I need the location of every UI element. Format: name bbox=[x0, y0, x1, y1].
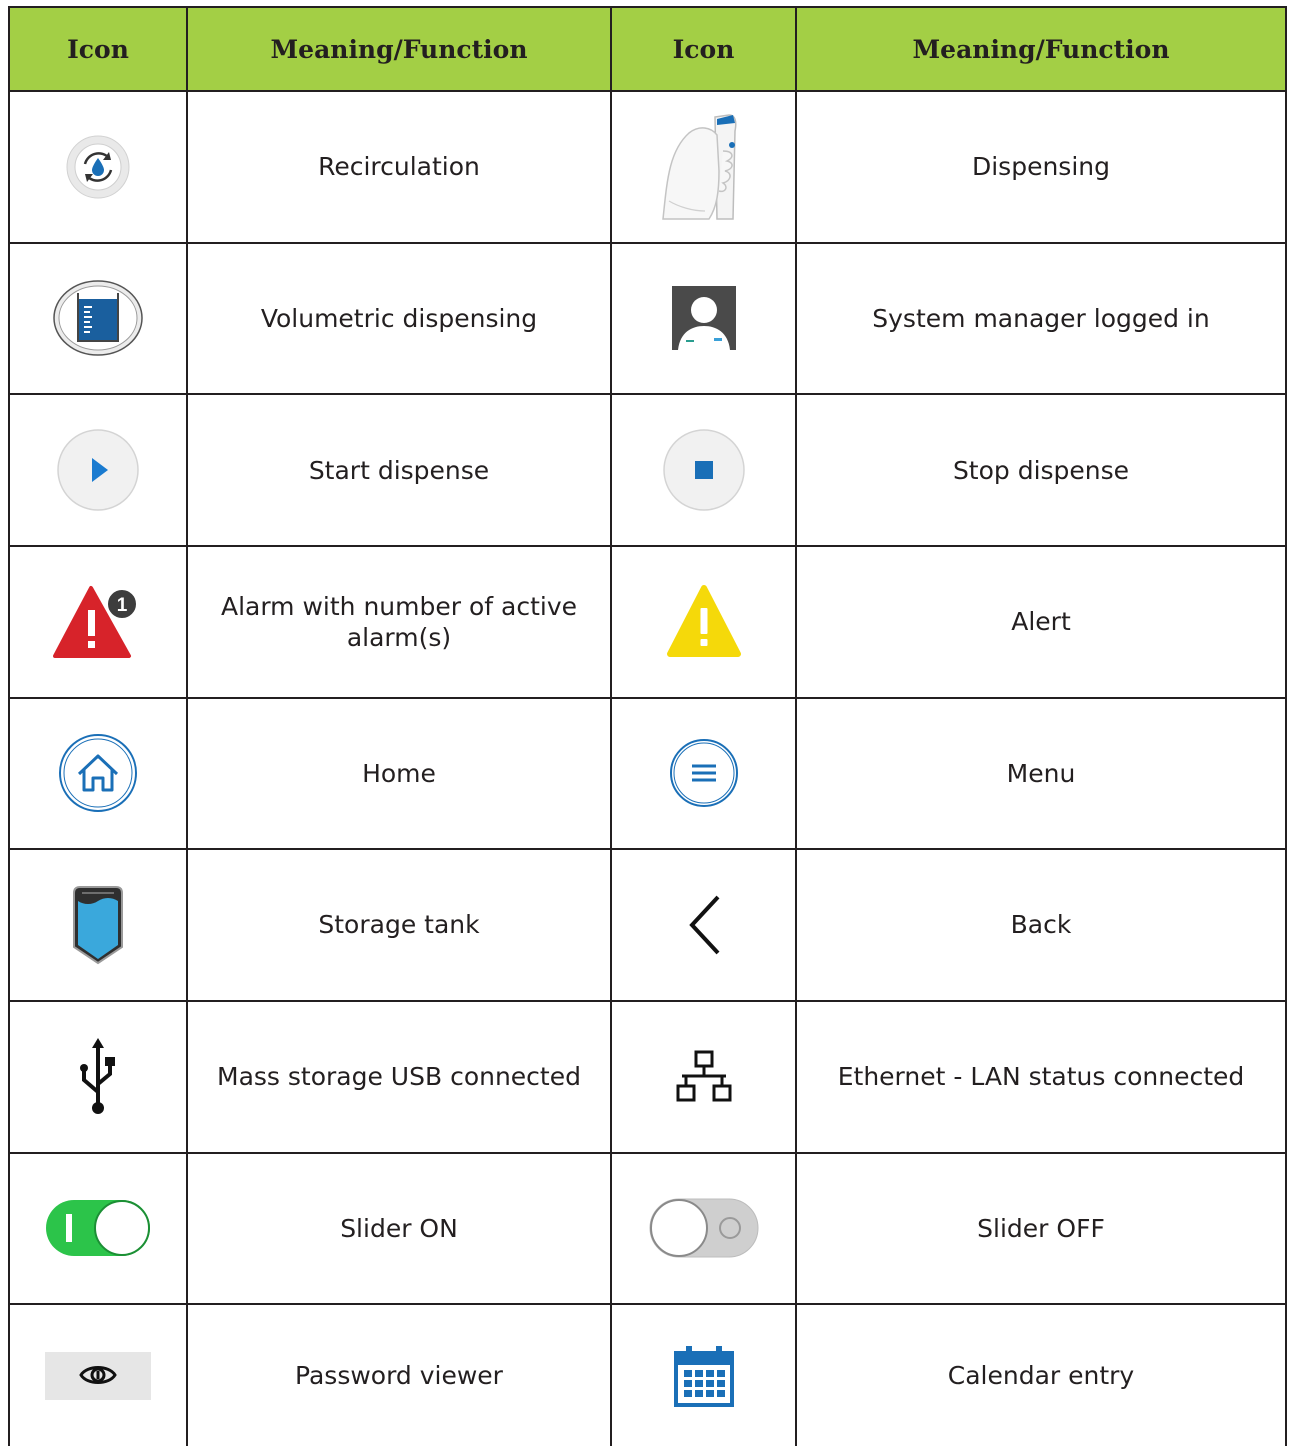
meaning-label: Mass storage USB connected bbox=[217, 1062, 581, 1092]
icon-cell bbox=[8, 90, 188, 244]
meaning-cell: Ethernet - LAN status connected bbox=[795, 999, 1287, 1154]
meaning-cell: Recirculation bbox=[186, 90, 612, 244]
icon-cell bbox=[8, 696, 188, 851]
meaning-label: Storage tank bbox=[318, 910, 480, 940]
meaning-label: Slider ON bbox=[340, 1213, 458, 1243]
icon-cell bbox=[610, 1151, 797, 1306]
meaning-label: Back bbox=[1010, 910, 1072, 940]
calendar-icon bbox=[673, 1345, 734, 1407]
play-icon bbox=[57, 429, 139, 511]
table-row: Mass storage USB connected Ethernet - LA… bbox=[8, 999, 1287, 1154]
alert-icon bbox=[666, 584, 741, 657]
table-row: Password viewer Calendar entry bbox=[8, 1303, 1287, 1446]
meaning-label: Alarm with number of active alarm(s) bbox=[220, 591, 578, 652]
meaning-label: Slider OFF bbox=[977, 1213, 1105, 1243]
meaning-cell: Calendar entry bbox=[795, 1303, 1287, 1446]
meaning-cell: Password viewer bbox=[186, 1303, 612, 1446]
icon-cell bbox=[8, 1151, 188, 1306]
system-manager-icon bbox=[671, 286, 736, 351]
usb-icon bbox=[80, 1037, 115, 1114]
icon-cell bbox=[8, 848, 188, 1002]
meaning-label: Menu bbox=[1006, 758, 1076, 788]
meaning-label: System manager logged in bbox=[872, 303, 1210, 333]
icon-cell bbox=[8, 1303, 188, 1446]
meaning-cell: Back bbox=[795, 848, 1287, 1002]
slider-on-icon bbox=[46, 1200, 150, 1257]
icon-cell bbox=[8, 393, 188, 547]
storage-tank-icon bbox=[73, 886, 123, 965]
alarm-icon: 1 bbox=[53, 585, 138, 658]
home-icon bbox=[59, 734, 137, 813]
meaning-label: Alert bbox=[1011, 607, 1071, 637]
icon-cell bbox=[610, 1303, 797, 1446]
icon-cell bbox=[610, 90, 797, 244]
icon-cell bbox=[610, 696, 797, 851]
meaning-cell: System manager logged in bbox=[795, 241, 1287, 396]
icon-cell bbox=[610, 241, 797, 396]
meaning-cell: Volumetric dispensing bbox=[186, 241, 612, 396]
meaning-label: Stop dispense bbox=[952, 455, 1130, 485]
meaning-label: Recirculation bbox=[318, 152, 480, 182]
meaning-label: Home bbox=[362, 758, 436, 788]
table-row: Start dispense Stop dispense bbox=[8, 393, 1287, 547]
alarm-count-badge: 1 bbox=[117, 595, 128, 616]
header-icon-2: Icon bbox=[610, 6, 797, 92]
table-row: Home Menu bbox=[8, 696, 1287, 851]
icon-cell bbox=[8, 241, 188, 396]
stop-icon bbox=[662, 429, 745, 511]
table-row: Volumetric dispensing System manager log… bbox=[8, 241, 1287, 396]
meaning-cell: Slider ON bbox=[186, 1151, 612, 1306]
meaning-cell: Menu bbox=[795, 696, 1287, 851]
meaning-cell: Dispensing bbox=[795, 90, 1287, 244]
recirculation-icon bbox=[66, 135, 130, 199]
icon-legend-table: Icon Meaning/Function Icon Meaning/Funct… bbox=[8, 6, 1287, 1446]
icon-cell bbox=[610, 999, 797, 1154]
meaning-cell: Slider OFF bbox=[795, 1151, 1287, 1306]
dispensing-icon bbox=[661, 114, 736, 220]
meaning-cell: Alarm with number of active alarm(s) bbox=[186, 544, 612, 699]
table-row: Slider ON Slider OFF bbox=[8, 1151, 1287, 1306]
meaning-cell: Home bbox=[186, 696, 612, 851]
volumetric-dispensing-icon bbox=[53, 280, 143, 357]
icon-cell bbox=[610, 848, 797, 1002]
eye-icon bbox=[45, 1351, 151, 1400]
ethernet-icon bbox=[676, 1050, 731, 1102]
table-row: Storage tank Back bbox=[8, 848, 1287, 1002]
meaning-label: Start dispense bbox=[308, 455, 490, 485]
header-meaning-1: Meaning/Function bbox=[186, 6, 612, 92]
meaning-cell: Start dispense bbox=[186, 393, 612, 547]
meaning-cell: Stop dispense bbox=[795, 393, 1287, 547]
meaning-cell: Alert bbox=[795, 544, 1287, 699]
meaning-label: Calendar entry bbox=[947, 1361, 1135, 1390]
back-icon bbox=[688, 895, 719, 955]
header-icon-1: Icon bbox=[8, 6, 188, 92]
meaning-label: Volumetric dispensing bbox=[260, 303, 538, 333]
header-meaning-2: Meaning/Function bbox=[795, 6, 1287, 92]
table-row: 1 Alarm with number of active alarm(s) A… bbox=[8, 544, 1287, 699]
icon-cell bbox=[8, 999, 188, 1154]
menu-icon bbox=[669, 739, 738, 808]
meaning-cell: Storage tank bbox=[186, 848, 612, 1002]
meaning-cell: Mass storage USB connected bbox=[186, 999, 612, 1154]
table-header-row: Icon Meaning/Function Icon Meaning/Funct… bbox=[8, 6, 1287, 92]
slider-off-icon bbox=[649, 1198, 758, 1258]
icon-cell bbox=[610, 544, 797, 699]
icon-cell bbox=[610, 393, 797, 547]
table-row: Recirculation Dispensing bbox=[8, 90, 1287, 244]
meaning-label: Dispensing bbox=[971, 152, 1110, 182]
meaning-label: Ethernet - LAN status connected bbox=[837, 1062, 1245, 1092]
meaning-label: Password viewer bbox=[295, 1361, 503, 1390]
icon-cell: 1 bbox=[8, 544, 188, 699]
